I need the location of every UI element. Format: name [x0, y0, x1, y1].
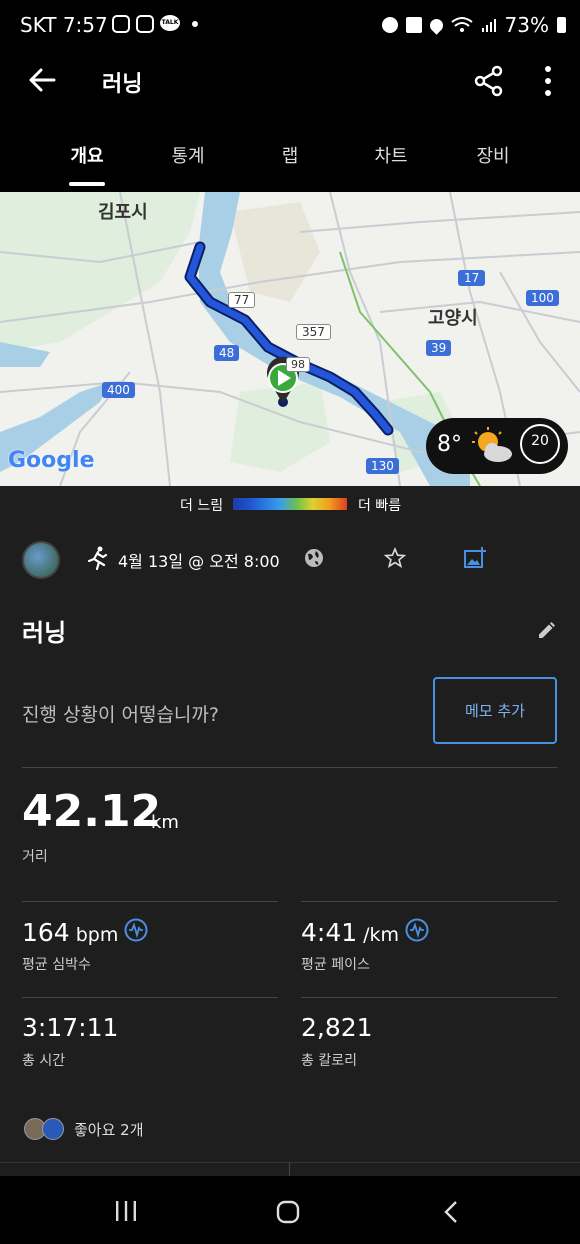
divider [0, 1162, 580, 1163]
instagram-icon [136, 15, 154, 33]
wind-speed: 20 [531, 433, 549, 449]
alarm-icon [381, 17, 398, 33]
status-right-icons: 73% [381, 13, 566, 37]
back-icon[interactable] [442, 1200, 460, 1224]
road-badge: 17 [458, 270, 486, 286]
add-photo-icon[interactable] [463, 546, 487, 570]
divider [22, 997, 278, 998]
running-icon [87, 546, 108, 570]
road-badge: 39 [426, 340, 452, 356]
distance-unit: km [151, 812, 179, 833]
calories-label: 총 칼로리 [301, 1053, 357, 1069]
progress-prompt[interactable]: 진행 상황이 어떻습니까? [22, 700, 219, 727]
activity-date: 4월 13일 @ 오전 8:00 [118, 552, 280, 571]
kakaotalk-icon: TALK [160, 15, 180, 31]
tab-charts[interactable]: 차트 [351, 142, 431, 168]
tab-gear[interactable]: 장비 [453, 142, 533, 168]
heart-rate-stat[interactable]: 164 bpm [22, 918, 118, 947]
road-badge: 400 [102, 382, 135, 398]
road-badge: 357 [296, 324, 331, 340]
wind-indicator: 20 [520, 424, 560, 464]
weather-temperature: 8° [437, 432, 462, 457]
battery-icon [557, 17, 566, 33]
divider [301, 901, 557, 902]
tab-overview[interactable]: 개요 [47, 142, 127, 168]
pace-legend: 더 느림 더 빠름 [0, 486, 580, 526]
liker-avatar[interactable] [42, 1118, 64, 1140]
divider [22, 767, 557, 768]
legend-slow-label: 더 느림 [180, 498, 224, 514]
status-notification-icons: TALK [112, 15, 198, 33]
battery-percent: 73% [504, 13, 549, 37]
pace-gradient-bar [233, 498, 347, 510]
pace-chart-icon[interactable] [405, 918, 429, 942]
more-vertical-icon[interactable] [536, 64, 560, 98]
share-icon[interactable] [472, 64, 506, 98]
avatar[interactable] [22, 541, 60, 579]
legend-fast-label: 더 빠름 [358, 498, 402, 514]
partly-cloudy-icon [472, 427, 512, 462]
road-badge: 100 [526, 290, 559, 306]
divider [22, 901, 278, 902]
divider [301, 997, 557, 998]
google-logo: Google [8, 448, 95, 473]
active-tab-indicator [69, 182, 105, 186]
heart-rate-label: 평균 심박수 [22, 957, 91, 973]
status-time: SKT 7:57 [20, 13, 108, 37]
location-icon [426, 15, 446, 35]
calories-value: 2,821 [301, 1013, 373, 1042]
road-badge: 98 [286, 357, 310, 372]
weather-overlay: 8° 20 [426, 418, 568, 474]
tab-laps[interactable]: 랩 [250, 142, 330, 168]
pace-unit: /km [363, 924, 400, 946]
system-nav-bar [0, 1176, 580, 1244]
map-label-gimpo: 김포시 [98, 202, 148, 223]
recent-apps-icon[interactable] [114, 1200, 138, 1222]
signal-icon [481, 19, 496, 32]
distance-value: 42.12 [22, 786, 162, 837]
route-map[interactable]: 김포시 고양시 Google 17 100 77 357 48 98 39 40… [0, 192, 580, 486]
status-bar: SKT 7:57 TALK 73% [0, 0, 580, 52]
divider [289, 1162, 290, 1176]
pace-value: 4:41 [301, 918, 358, 947]
heart-rate-chart-icon[interactable] [124, 918, 148, 942]
heart-rate-value: 164 [22, 918, 70, 947]
instagram-icon [112, 15, 130, 33]
heart-rate-unit: bpm [75, 924, 119, 946]
page-title: 러닝 [102, 72, 143, 97]
more-notifications-icon [192, 21, 198, 27]
home-icon[interactable] [276, 1200, 300, 1224]
pace-label: 평균 페이스 [301, 957, 370, 973]
pace-stat[interactable]: 4:41 /km [301, 918, 399, 947]
app-bar: 러닝 [0, 52, 580, 112]
total-time-value: 3:17:11 [22, 1013, 119, 1042]
map-label-goyang: 고양시 [428, 308, 478, 329]
road-badge: 130 [366, 458, 399, 474]
star-icon[interactable] [384, 547, 406, 569]
tab-bar: 개요 통계 랩 차트 장비 [0, 112, 580, 192]
road-badge: 48 [214, 345, 240, 361]
likes-count[interactable]: 좋아요 2개 [74, 1119, 144, 1140]
activity-title: 러닝 [22, 619, 67, 647]
add-memo-button[interactable]: 메모 추가 [433, 677, 557, 744]
tab-stats[interactable]: 통계 [148, 142, 228, 168]
globe-icon[interactable] [304, 548, 324, 568]
arrow-left-icon[interactable] [24, 62, 60, 98]
road-badge: 77 [228, 292, 256, 308]
wifi-icon [450, 17, 473, 32]
distance-label: 거리 [22, 849, 48, 865]
total-time-label: 총 시간 [22, 1053, 66, 1069]
mute-icon [405, 17, 422, 33]
edit-icon[interactable] [536, 621, 556, 641]
